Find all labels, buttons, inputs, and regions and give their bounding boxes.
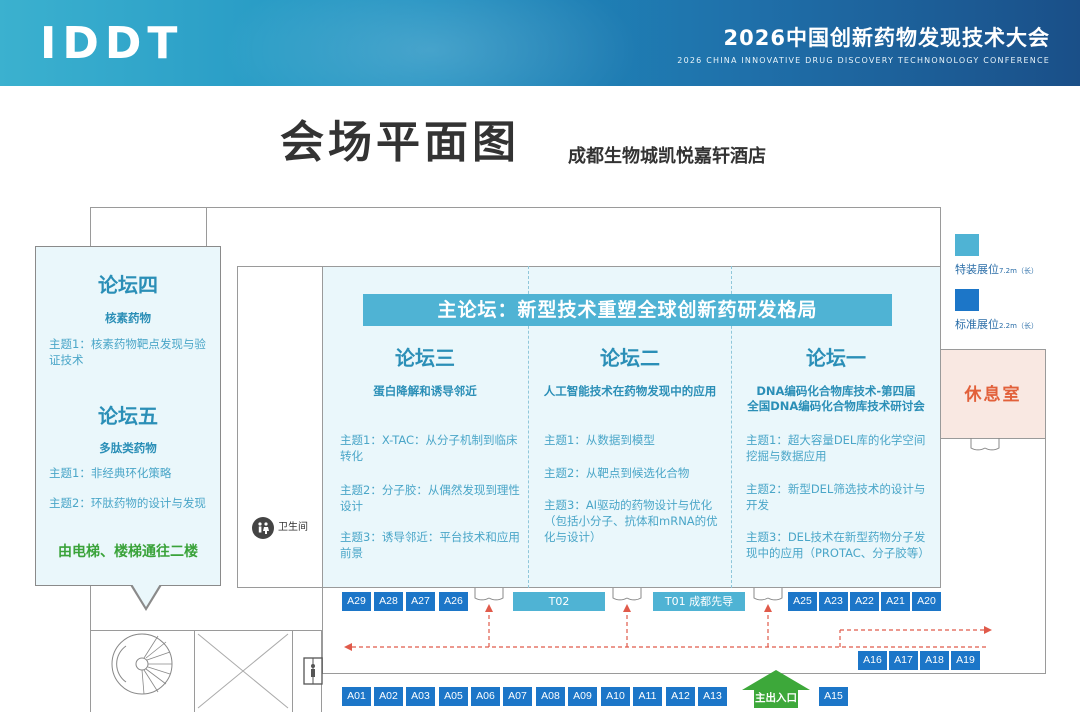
booth-standard[interactable]: A28 — [374, 592, 403, 611]
booth-standard[interactable]: A27 — [406, 592, 435, 611]
booth-standard[interactable]: A26 — [439, 592, 468, 611]
booth-standard[interactable]: A06 — [471, 687, 500, 706]
booth-standard[interactable]: A15 — [819, 687, 848, 706]
booth-standard[interactable]: A17 — [889, 651, 918, 670]
booth-standard[interactable]: A29 — [342, 592, 371, 611]
booth-standard[interactable]: A13 — [698, 687, 727, 706]
booth-standard[interactable]: A07 — [503, 687, 532, 706]
booth-standard[interactable]: A22 — [850, 592, 879, 611]
booth-standard[interactable]: A02 — [374, 687, 403, 706]
main-entrance-label: 主出入口 — [755, 692, 797, 704]
booth-standard[interactable]: A01 — [342, 687, 371, 706]
booth-standard[interactable]: A20 — [912, 592, 941, 611]
booth-standard[interactable]: A11 — [633, 687, 662, 706]
booth-standard[interactable]: A08 — [536, 687, 565, 706]
booth-standard[interactable]: A09 — [568, 687, 597, 706]
booth-standard[interactable]: A21 — [881, 592, 910, 611]
booth-standard[interactable]: A23 — [819, 592, 848, 611]
legend-standard-swatch — [955, 289, 979, 311]
legend-special-swatch — [955, 234, 979, 256]
booth-standard[interactable]: A12 — [666, 687, 695, 706]
booth-standard[interactable]: A05 — [439, 687, 468, 706]
legend-special-label: 特装展位7.2m（长） — [955, 263, 1038, 276]
booth-standard[interactable]: A16 — [858, 651, 887, 670]
booth-standard[interactable]: A19 — [951, 651, 980, 670]
legend-standard-label: 标准展位2.2m（长） — [955, 318, 1038, 331]
booth-standard[interactable]: A03 — [406, 687, 435, 706]
booth-standard[interactable]: A10 — [601, 687, 630, 706]
booth-special[interactable]: T02 — [513, 592, 605, 611]
door-swings — [344, 438, 1000, 651]
booth-standard[interactable]: A18 — [920, 651, 949, 670]
booth-standard[interactable]: A25 — [788, 592, 817, 611]
booth-special[interactable]: T01 成都先导 — [653, 592, 745, 611]
